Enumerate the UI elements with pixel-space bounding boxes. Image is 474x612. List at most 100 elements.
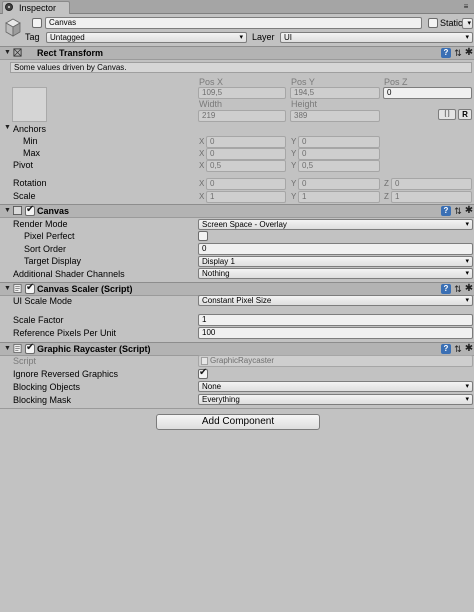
pivot-label: Pivot [13, 160, 34, 170]
preset-icon[interactable]: ⇅ [453, 48, 463, 58]
pivot-x-field[interactable]: 0,5 [206, 160, 286, 172]
ui-scale-mode-value: Constant Pixel Size [202, 296, 272, 305]
preset-icon[interactable]: ⇅ [453, 206, 463, 216]
anchor-presets-box[interactable] [12, 87, 47, 122]
pos-z-field[interactable]: 0 [383, 87, 472, 99]
axis-y-label: Y [291, 161, 297, 170]
graphic-raycaster-enabled-checkbox[interactable] [25, 342, 35, 354]
scale-x-field[interactable]: 1 [206, 191, 286, 203]
width-field[interactable]: 219 [198, 110, 286, 122]
scale-factor-field[interactable]: 1 [198, 314, 473, 326]
add-component-button[interactable]: Add Component [156, 414, 320, 430]
height-label: Height [291, 99, 318, 109]
anchor-max-label: Max [23, 148, 41, 158]
static-dropdown[interactable]: ▾ [462, 18, 473, 29]
tag-label: Tag [25, 32, 40, 42]
preset-icon[interactable]: ⇅ [453, 284, 463, 294]
script-field[interactable]: GraphicRaycaster [198, 355, 473, 367]
gameobject-name-field[interactable]: Canvas [45, 17, 422, 29]
gameobject-cube-icon [5, 18, 21, 37]
fold-arrow-icon[interactable]: ▼ [4, 46, 11, 60]
pos-y-field[interactable]: 194,5 [290, 87, 380, 99]
scale-z-field[interactable]: 1 [391, 191, 472, 203]
anchor-max-x-field[interactable]: 0 [206, 148, 286, 160]
inspector-icon [5, 3, 13, 11]
axis-x-label: X [199, 137, 205, 146]
target-display-value: Display 1 [202, 257, 235, 266]
ignore-reversed-label: Ignore Reversed Graphics [13, 369, 119, 379]
rotation-z-field[interactable]: 0 [391, 178, 472, 190]
anchor-min-y-field[interactable]: 0 [298, 136, 380, 148]
render-mode-dropdown[interactable]: Screen Space - Overlay ▾ [198, 219, 473, 230]
sort-order-label: Sort Order [24, 244, 67, 254]
static-label: Static [440, 18, 463, 28]
anchors-fold-icon[interactable]: ▼ [4, 122, 11, 134]
ref-ppu-field[interactable]: 100 [198, 327, 473, 339]
gameobject-active-checkbox[interactable] [32, 18, 42, 28]
height-field[interactable]: 389 [290, 110, 380, 122]
help-icon[interactable]: ? [441, 284, 451, 294]
chevron-down-icon: ▾ [465, 383, 469, 390]
rotation-x-field[interactable]: 0 [206, 178, 286, 190]
preset-icon[interactable]: ⇅ [453, 344, 463, 354]
chevron-down-icon: ▾ [239, 34, 243, 41]
anchor-min-x-field[interactable]: 0 [206, 136, 286, 148]
canvas-header[interactable] [0, 204, 474, 218]
fold-arrow-icon[interactable]: ▼ [4, 204, 11, 218]
axis-x-label: X [199, 161, 205, 170]
axis-y-label: Y [291, 149, 297, 158]
axis-x-label: X [199, 192, 205, 201]
ui-scale-mode-dropdown[interactable]: Constant Pixel Size ▾ [198, 295, 473, 306]
render-mode-value: Screen Space - Overlay [202, 220, 287, 229]
tab-bar [0, 0, 474, 14]
help-icon[interactable]: ? [441, 48, 451, 58]
width-label: Width [199, 99, 223, 109]
help-icon[interactable]: ? [441, 206, 451, 216]
blueprint-mode-button[interactable]: [ ] [438, 109, 456, 120]
chevron-down-icon: ▾ [465, 34, 469, 41]
script-label: Script [13, 356, 37, 366]
axis-z-label: Z [384, 179, 389, 188]
script-icon [13, 344, 22, 353]
tag-dropdown[interactable]: Untagged ▾ [46, 32, 247, 43]
blocking-objects-dropdown[interactable]: None ▾ [198, 381, 473, 392]
fold-arrow-icon[interactable]: ▼ [4, 342, 11, 356]
axis-y-label: Y [291, 137, 297, 146]
shader-channels-dropdown[interactable]: Nothing ▾ [198, 268, 473, 279]
tag-value: Untagged [50, 33, 85, 42]
canvas-enabled-checkbox[interactable] [25, 204, 35, 216]
pixel-perfect-label: Pixel Perfect [24, 231, 75, 241]
rotation-label: Rotation [13, 178, 47, 188]
pivot-y-field[interactable]: 0,5 [298, 160, 380, 172]
ref-ppu-label: Reference Pixels Per Unit [13, 328, 117, 338]
pos-x-field[interactable]: 109,5 [198, 87, 286, 99]
scale-y-field[interactable]: 1 [298, 191, 380, 203]
layer-value: UI [284, 33, 292, 42]
anchor-max-y-field[interactable]: 0 [298, 148, 380, 160]
static-checkbox[interactable] [428, 18, 438, 28]
gear-icon[interactable]: ✱ [464, 206, 474, 216]
raw-edit-button[interactable]: R [458, 109, 472, 120]
canvas-scaler-enabled-checkbox[interactable] [25, 282, 35, 294]
gear-icon[interactable]: ✱ [464, 344, 474, 354]
axis-x-label: X [199, 179, 205, 188]
render-mode-label: Render Mode [13, 219, 68, 229]
ignore-reversed-checkbox[interactable] [198, 367, 208, 379]
chevron-down-icon: ▾ [465, 396, 469, 403]
sort-order-field[interactable]: 0 [198, 243, 473, 255]
layer-dropdown[interactable]: UI ▾ [280, 32, 473, 43]
script-icon [13, 284, 22, 293]
fold-arrow-icon[interactable]: ▼ [4, 282, 11, 296]
pixel-perfect-checkbox[interactable] [198, 231, 208, 241]
gear-icon[interactable]: ✱ [464, 284, 474, 294]
help-icon[interactable]: ? [441, 344, 451, 354]
target-display-dropdown[interactable]: Display 1 ▾ [198, 256, 473, 267]
rotation-y-field[interactable]: 0 [298, 178, 380, 190]
gear-icon[interactable]: ✱ [464, 48, 474, 58]
rect-transform-icon [13, 48, 22, 57]
target-display-label: Target Display [24, 256, 82, 266]
blocking-mask-dropdown[interactable]: Everything ▾ [198, 394, 473, 405]
driven-info-box: Some values driven by Canvas. [10, 62, 472, 73]
blocking-objects-label: Blocking Objects [13, 382, 81, 392]
tab-menu-icon[interactable]: ≡ [461, 2, 471, 12]
